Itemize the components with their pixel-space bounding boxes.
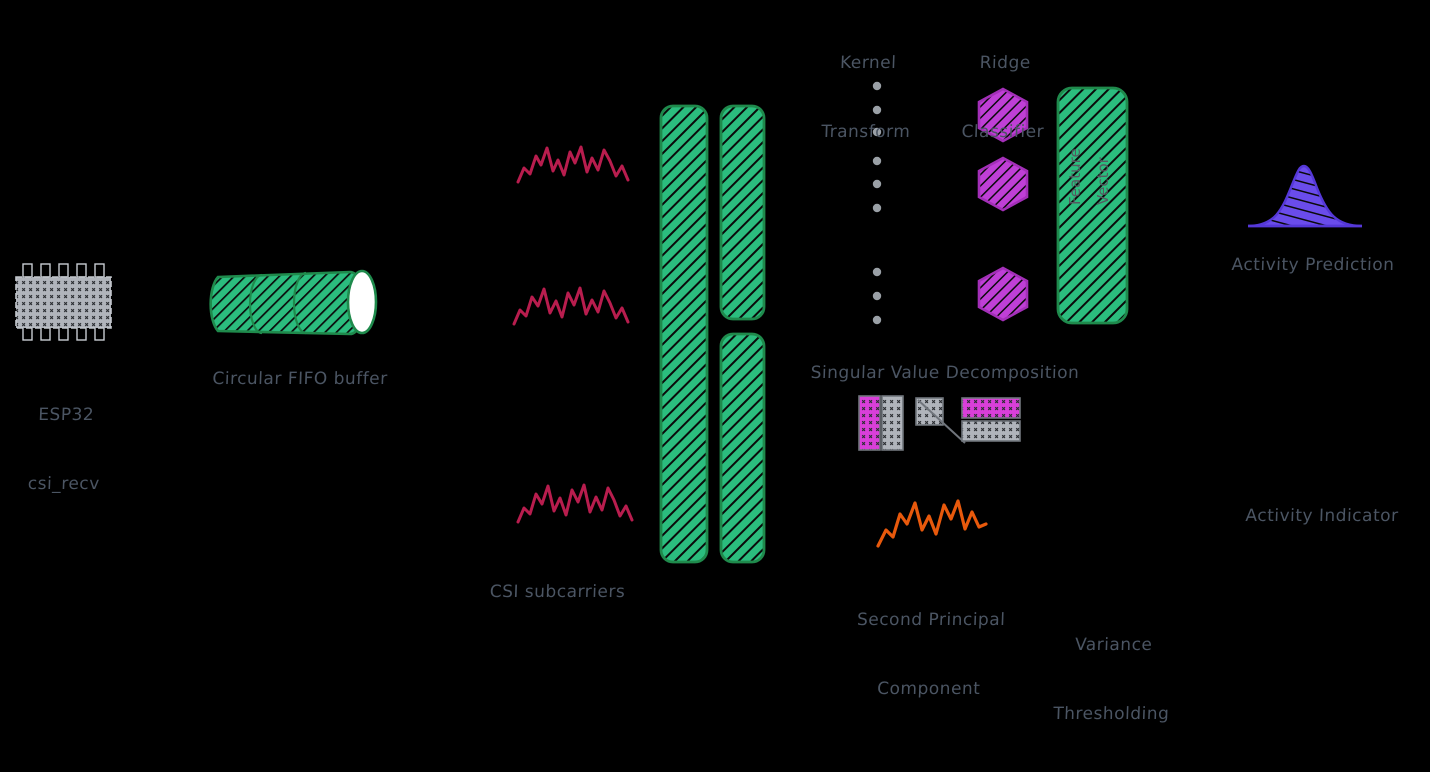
- diagram-canvas: Feature Vector ESP32 csi_recv Circular F…: [0, 0, 1430, 724]
- feature-vector-text-2: Vector: [1094, 156, 1112, 205]
- esp32-label-line2: csi_recv: [27, 473, 101, 494]
- waveform-icon: [512, 145, 634, 524]
- cylinder-icon: [209, 269, 378, 336]
- feature-vector-bar-icon: Feature Vector: [1056, 86, 1129, 325]
- diagram-graphics: Feature Vector: [15, 81, 1363, 564]
- kernel-transform-label: Kernel Transform: [805, 6, 929, 190]
- ridge-classifier-label-line1: Ridge: [979, 52, 1032, 73]
- fifo-label: Circular FIFO buffer: [212, 369, 388, 389]
- variance-thresholding-label-line1: Variance: [1074, 634, 1153, 655]
- ridge-classifier-label: Ridge Classifier: [942, 6, 1066, 190]
- matrix-bars-icon: [659, 104, 766, 564]
- kernel-transform-label-line1: Kernel: [839, 52, 897, 73]
- second-pc-label-line1: Second Principal: [856, 609, 1006, 630]
- variance-thresholding-label-line2: Thresholding: [1052, 703, 1170, 724]
- ridge-classifier-label-line2: Classifier: [961, 121, 1045, 142]
- orange-waveform-icon: [876, 499, 988, 548]
- microchip-icon: [15, 263, 112, 341]
- feature-vector-text-1: Feature: [1066, 148, 1084, 205]
- activity-indicator-label: Activity Indicator: [1245, 506, 1399, 526]
- gaussian-curve-icon: [1247, 164, 1363, 228]
- matrix-decomposition-icon: [858, 395, 1021, 451]
- activity-prediction-label: Activity Prediction: [1231, 255, 1395, 275]
- second-pc-label-line2: Component: [876, 678, 981, 699]
- kernel-transform-label-line2: Transform: [820, 121, 911, 142]
- esp32-label: ESP32 csi_recv: [7, 358, 123, 542]
- second-pc-label: Second Principal Component: [837, 563, 1023, 747]
- esp32-label-line1: ESP32: [37, 404, 95, 425]
- variance-thresholding-label: Variance Thresholding: [1027, 588, 1198, 772]
- svd-label: Singular Value Decomposition: [810, 363, 1080, 383]
- csi-subcarriers-label: CSI subcarriers: [489, 582, 626, 602]
